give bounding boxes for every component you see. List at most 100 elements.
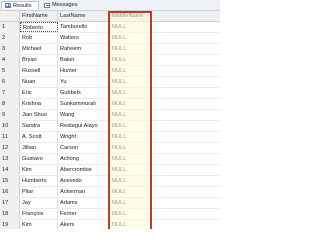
- cell-lastname[interactable]: Adams: [58, 198, 110, 208]
- cell-firstname[interactable]: Sandra: [20, 121, 58, 131]
- cell-firstname[interactable]: Jay: [20, 198, 58, 208]
- row-number[interactable]: 14: [0, 165, 20, 175]
- row-number[interactable]: 7: [0, 88, 20, 98]
- row-number[interactable]: 8: [0, 99, 20, 109]
- row-number[interactable]: 9: [0, 110, 20, 120]
- cell-middlename[interactable]: NULL: [110, 165, 152, 175]
- table-row[interactable]: 4 Bryan Baker NULL: [0, 55, 220, 66]
- cell-middlename[interactable]: NULL: [110, 176, 152, 186]
- row-number[interactable]: 1: [0, 22, 20, 32]
- cell-middlename[interactable]: NULL: [110, 99, 152, 109]
- cell-lastname[interactable]: Acevedo: [58, 176, 110, 186]
- table-row[interactable]: 2 Rob Walters NULL: [0, 33, 220, 44]
- cell-middlename[interactable]: NULL: [110, 220, 152, 229]
- cell-lastname[interactable]: Achong: [58, 154, 110, 164]
- cell-middlename[interactable]: NULL: [110, 198, 152, 208]
- cell-lastname[interactable]: Yu: [58, 77, 110, 87]
- cell-middlename[interactable]: NULL: [110, 66, 152, 76]
- cell-lastname[interactable]: Tamburello: [58, 22, 110, 32]
- row-number[interactable]: 17: [0, 198, 20, 208]
- row-number[interactable]: 6: [0, 77, 20, 87]
- table-row[interactable]: 10 Sandra Reátegui Alayo NULL: [0, 121, 220, 132]
- cell-firstname[interactable]: Krishna: [20, 99, 58, 109]
- cell-firstname[interactable]: Jillian: [20, 143, 58, 153]
- table-row[interactable]: 7 Eric Gubbels NULL: [0, 88, 220, 99]
- table-row[interactable]: 16 Pilar Ackerman NULL: [0, 187, 220, 198]
- table-row[interactable]: 6 Nuan Yu NULL: [0, 77, 220, 88]
- table-row[interactable]: 15 Humberto Acevedo NULL: [0, 176, 220, 187]
- cell-middlename[interactable]: NULL: [110, 22, 152, 32]
- cell-lastname[interactable]: Reátegui Alayo: [58, 121, 110, 131]
- row-number[interactable]: 15: [0, 176, 20, 186]
- results-grid[interactable]: FirstName LastName MiddleName 1 Roberto Ta…: [0, 11, 220, 229]
- cell-lastname[interactable]: Raheem: [58, 44, 110, 54]
- row-number[interactable]: 13: [0, 154, 20, 164]
- cell-middlename[interactable]: NULL: [110, 143, 152, 153]
- cell-firstname[interactable]: François: [20, 209, 58, 219]
- cell-lastname[interactable]: Hunter: [58, 66, 110, 76]
- cell-middlename[interactable]: NULL: [110, 55, 152, 65]
- cell-middlename[interactable]: NULL: [110, 88, 152, 98]
- row-number-header[interactable]: [0, 11, 20, 21]
- row-number[interactable]: 5: [0, 66, 20, 76]
- cell-firstname[interactable]: Kim: [20, 165, 58, 175]
- cell-lastname[interactable]: Walters: [58, 33, 110, 43]
- cell-firstname[interactable]: Gustavo: [20, 154, 58, 164]
- tab-results[interactable]: Results: [1, 1, 39, 9]
- cell-middlename[interactable]: NULL: [110, 187, 152, 197]
- row-number[interactable]: 12: [0, 143, 20, 153]
- cell-firstname[interactable]: Kim: [20, 220, 58, 229]
- cell-firstname[interactable]: Michael: [20, 44, 58, 54]
- cell-lastname[interactable]: Ackerman: [58, 187, 110, 197]
- cell-middlename[interactable]: NULL: [110, 110, 152, 120]
- table-row[interactable]: 13 Gustavo Achong NULL: [0, 154, 220, 165]
- cell-lastname[interactable]: Wang: [58, 110, 110, 120]
- table-row[interactable]: 17 Jay Adams NULL: [0, 198, 220, 209]
- cell-firstname[interactable]: Bryan: [20, 55, 58, 65]
- row-number[interactable]: 4: [0, 55, 20, 65]
- cell-middlename[interactable]: NULL: [110, 154, 152, 164]
- cell-firstname[interactable]: Rob: [20, 33, 58, 43]
- cell-lastname[interactable]: Baker: [58, 55, 110, 65]
- row-number[interactable]: 18: [0, 209, 20, 219]
- cell-lastname[interactable]: Ferrier: [58, 209, 110, 219]
- table-row[interactable]: 5 Russell Hunter NULL: [0, 66, 220, 77]
- table-row[interactable]: 3 Michael Raheem NULL: [0, 44, 220, 55]
- cell-lastname[interactable]: Akers: [58, 220, 110, 229]
- column-header-firstname[interactable]: FirstName: [20, 11, 58, 21]
- cell-firstname[interactable]: Russell: [20, 66, 58, 76]
- cell-middlename[interactable]: NULL: [110, 77, 152, 87]
- row-number[interactable]: 3: [0, 44, 20, 54]
- column-header-middlename[interactable]: MiddleName: [110, 11, 152, 21]
- cell-middlename[interactable]: NULL: [110, 209, 152, 219]
- tab-messages[interactable]: Messages: [41, 1, 81, 9]
- cell-lastname[interactable]: Sunkammurali: [58, 99, 110, 109]
- cell-firstname[interactable]: Pilar: [20, 187, 58, 197]
- table-row[interactable]: 11 A. Scott Wright NULL: [0, 132, 220, 143]
- cell-lastname[interactable]: Abercrombie: [58, 165, 110, 175]
- cell-firstname[interactable]: Eric: [20, 88, 58, 98]
- cell-middlename[interactable]: NULL: [110, 33, 152, 43]
- cell-firstname[interactable]: Roberto: [20, 22, 58, 32]
- cell-lastname[interactable]: Wright: [58, 132, 110, 142]
- table-row[interactable]: 12 Jillian Carson NULL: [0, 143, 220, 154]
- row-number[interactable]: 19: [0, 220, 20, 229]
- table-row[interactable]: 8 Krishna Sunkammurali NULL: [0, 99, 220, 110]
- cell-lastname[interactable]: Gubbels: [58, 88, 110, 98]
- column-header-lastname[interactable]: LastName: [58, 11, 110, 21]
- cell-firstname[interactable]: Humberto: [20, 176, 58, 186]
- table-row[interactable]: 1 Roberto Tamburello NULL: [0, 22, 220, 33]
- cell-middlename[interactable]: NULL: [110, 121, 152, 131]
- row-number[interactable]: 2: [0, 33, 20, 43]
- row-number[interactable]: 10: [0, 121, 20, 131]
- table-row[interactable]: 9 Jian Shuo Wang NULL: [0, 110, 220, 121]
- cell-firstname[interactable]: A. Scott: [20, 132, 58, 142]
- cell-lastname[interactable]: Carson: [58, 143, 110, 153]
- cell-firstname[interactable]: Jian Shuo: [20, 110, 58, 120]
- cell-middlename[interactable]: NULL: [110, 44, 152, 54]
- table-row[interactable]: 19 Kim Akers NULL: [0, 220, 220, 229]
- table-row[interactable]: 14 Kim Abercrombie NULL: [0, 165, 220, 176]
- cell-middlename[interactable]: NULL: [110, 132, 152, 142]
- row-number[interactable]: 16: [0, 187, 20, 197]
- cell-firstname[interactable]: Nuan: [20, 77, 58, 87]
